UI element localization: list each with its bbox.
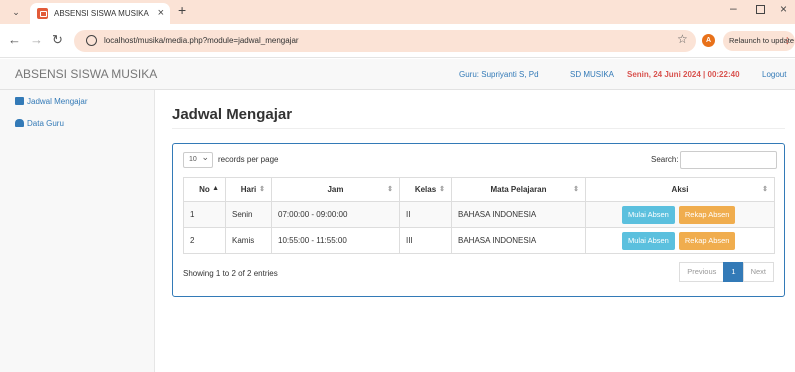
- table-row: 2 Kamis 10:55:00 - 11:55:00 III BAHASA I…: [183, 227, 775, 254]
- cell-no: 2: [183, 227, 226, 254]
- users-icon: [15, 119, 24, 127]
- column-header-kelas[interactable]: Kelas ⇕: [399, 177, 452, 202]
- table-header-row: No ▲ Hari ⇕ Jam ⇕ Kelas ⇕ Mata Pelajaran ⇕ Ak…: [183, 177, 775, 202]
- cell-no: 1: [183, 201, 226, 228]
- cell-aksi: Mulai Absen Rekap Absen: [585, 201, 775, 228]
- tab-title: ABSENSI SISWA MUSIKA: [54, 9, 149, 18]
- title-divider: [172, 128, 785, 129]
- next-page-button[interactable]: Next: [742, 262, 774, 282]
- tab-close-icon[interactable]: ×: [158, 3, 164, 24]
- sidebar-item-data-guru[interactable]: Data Guru: [15, 118, 64, 130]
- favicon-icon: [37, 8, 48, 19]
- page-title: Jadwal Mengajar: [172, 106, 293, 123]
- column-header-hari[interactable]: Hari ⇕: [225, 177, 272, 202]
- school-link[interactable]: SD MUSIKA: [570, 59, 614, 90]
- table-row: 1 Senin 07:00:00 - 09:00:00 II BAHASA IN…: [183, 201, 775, 228]
- window-close-icon[interactable]: ×: [780, 2, 787, 16]
- column-header-mata-pelajaran[interactable]: Mata Pelajaran ⇕: [451, 177, 586, 202]
- new-tab-plus-icon[interactable]: +: [178, 2, 186, 18]
- reload-icon[interactable]: ↻: [52, 32, 63, 48]
- search-label: Search:: [651, 155, 679, 164]
- tab-search-chevron-icon[interactable]: ⌄: [10, 6, 22, 18]
- cell-jam: 10:55:00 - 11:55:00: [271, 227, 400, 254]
- sidebar-item-label: Data Guru: [27, 119, 64, 128]
- profile-avatar[interactable]: A: [702, 34, 715, 47]
- page-length-select[interactable]: 10: [183, 150, 213, 168]
- cell-mata-pelajaran: BAHASA INDONESIA: [451, 227, 586, 254]
- schedule-table: No ▲ Hari ⇕ Jam ⇕ Kelas ⇕ Mata Pelajaran ⇕ Ak…: [183, 177, 775, 254]
- window-minimize-icon[interactable]: –: [730, 1, 737, 15]
- column-header-no[interactable]: No ▲: [183, 177, 226, 202]
- sidebar-item-label: Jadwal Mengajar: [27, 97, 88, 106]
- site-info-icon[interactable]: [86, 35, 97, 46]
- cell-aksi: Mulai Absen Rekap Absen: [585, 227, 775, 254]
- rekap-absen-button[interactable]: Rekap Absen: [678, 205, 736, 224]
- sidebar: Jadwal Mengajar Data Guru: [0, 90, 155, 372]
- chart-icon: [15, 97, 24, 105]
- app-brand[interactable]: ABSENSI SISWA MUSIKA: [15, 59, 157, 90]
- schedule-panel: 10 records per page Search: No▲ Hari⇕ Ja…: [172, 143, 785, 297]
- page-length-label: records per page: [218, 155, 279, 164]
- sort-icon: ⇕: [762, 186, 768, 193]
- datetime-text: Senin, 24 Juni 2024 | 00:22:40: [627, 70, 740, 79]
- address-bar[interactable]: localhost/musika/media.php?module=jadwal…: [74, 30, 696, 52]
- url-text[interactable]: localhost/musika/media.php?module=jadwal…: [104, 30, 299, 52]
- column-header-jam[interactable]: Jam ⇕: [271, 177, 400, 202]
- back-arrow-icon[interactable]: ←: [8, 32, 21, 48]
- app-navbar: ABSENSI SISWA MUSIKA Guru: Supriyanti S,…: [0, 59, 795, 90]
- browser-tab[interactable]: ABSENSI SISWA MUSIKA ×: [30, 3, 170, 24]
- pagination: Previous 1 Next: [679, 262, 774, 282]
- cell-kelas: II: [399, 201, 452, 228]
- cell-jam: 07:00:00 - 09:00:00: [271, 201, 400, 228]
- forward-arrow-icon[interactable]: →: [30, 32, 43, 48]
- sidebar-item-jadwal-mengajar[interactable]: Jadwal Mengajar: [15, 96, 87, 108]
- cell-kelas: III: [399, 227, 452, 254]
- cell-hari: Senin: [225, 201, 272, 228]
- sort-icon: ⇕: [573, 186, 579, 193]
- bookmark-star-icon[interactable]: ☆: [677, 32, 688, 46]
- page-length-value: 10: [189, 156, 197, 163]
- browser-tab-bar: ⌄ ABSENSI SISWA MUSIKA × + – ×: [0, 0, 795, 24]
- logout-link[interactable]: Logout: [762, 59, 786, 90]
- column-header-aksi[interactable]: Aksi ⇕: [585, 177, 775, 202]
- browser-toolbar: ← → ↻ localhost/musika/media.php?module=…: [0, 24, 795, 58]
- menu-dots-icon[interactable]: ⋮: [784, 31, 792, 51]
- sort-icon: ⇕: [439, 186, 445, 193]
- rekap-absen-button[interactable]: Rekap Absen: [678, 231, 736, 250]
- page-1-button[interactable]: 1: [723, 262, 744, 282]
- cell-mata-pelajaran: BAHASA INDONESIA: [451, 201, 586, 228]
- cell-hari: Kamis: [225, 227, 272, 254]
- window-maximize-icon[interactable]: [756, 5, 765, 14]
- sort-asc-icon: ▲: [212, 185, 219, 192]
- sort-icon: ⇕: [387, 186, 393, 193]
- relaunch-button[interactable]: Relaunch to update ⋮: [723, 31, 795, 51]
- guru-name-link[interactable]: Guru: Supriyanti S, Pd: [459, 59, 539, 90]
- mulai-absen-button[interactable]: Mulai Absen: [622, 205, 675, 224]
- search-input[interactable]: [680, 151, 777, 169]
- sort-icon: ⇕: [259, 186, 265, 193]
- table-info-text: Showing 1 to 2 of 2 entries: [183, 269, 278, 278]
- mulai-absen-button[interactable]: Mulai Absen: [622, 231, 675, 250]
- previous-page-button[interactable]: Previous: [679, 262, 725, 282]
